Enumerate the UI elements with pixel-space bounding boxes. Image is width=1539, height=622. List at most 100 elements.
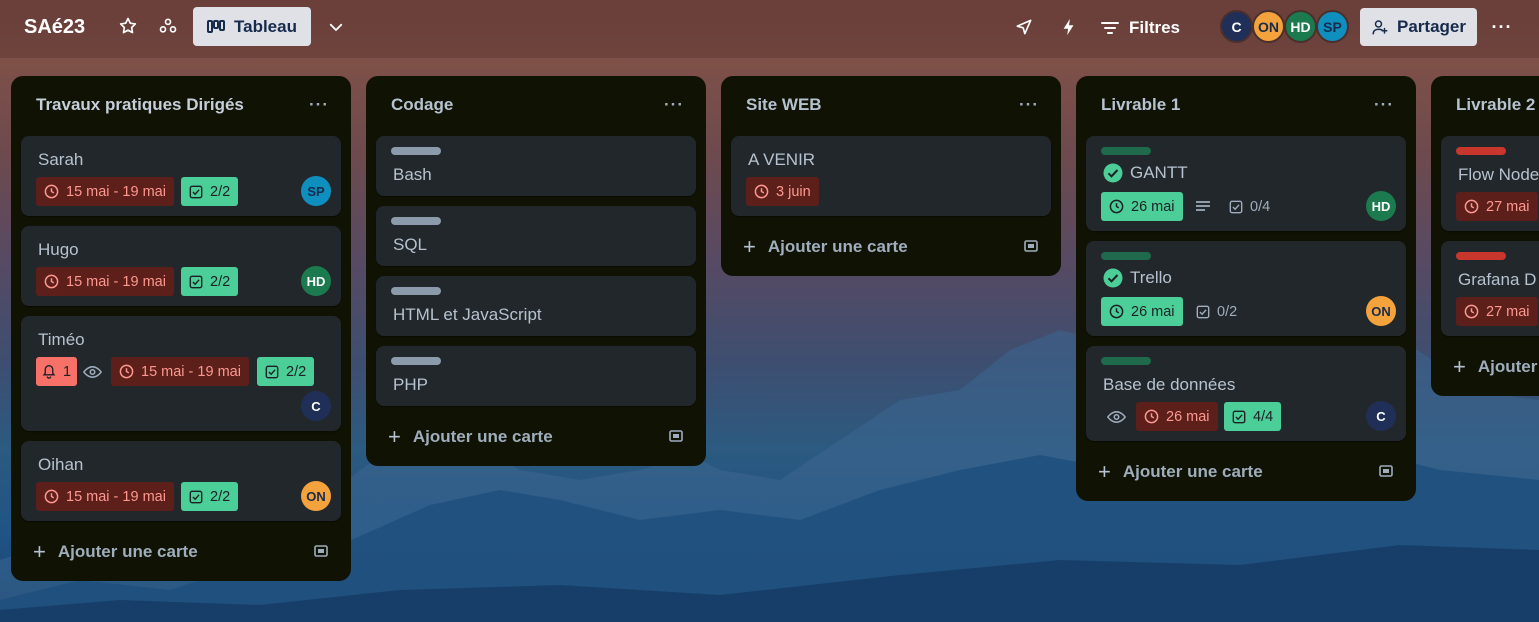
card-label[interactable]: [1101, 252, 1151, 260]
filters-button[interactable]: Filtres: [1101, 14, 1180, 42]
due-date-text: 26 mai: [1131, 303, 1175, 320]
list-menu-icon[interactable]: ···: [664, 95, 684, 115]
card-template-icon[interactable]: [667, 427, 685, 445]
due-date-badge[interactable]: 26 mai: [1101, 297, 1183, 326]
member-avatar[interactable]: HD: [1284, 10, 1317, 43]
list-menu-icon[interactable]: ···: [1374, 95, 1394, 115]
card-title: PHP: [393, 375, 428, 394]
checklist-badge: 2/2: [181, 267, 239, 296]
card-label[interactable]: [1456, 252, 1506, 260]
more-menu-icon[interactable]: ···: [1488, 13, 1516, 41]
check-circle-icon[interactable]: [1103, 163, 1123, 183]
add-card-button[interactable]: + Ajouter une carte: [1453, 352, 1539, 382]
card-template-icon[interactable]: [1022, 237, 1040, 255]
card-member-avatar[interactable]: ON: [301, 481, 331, 511]
card-label[interactable]: [1101, 147, 1151, 155]
notification-badge[interactable]: 1: [36, 357, 78, 386]
card[interactable]: Sarah 15 mai - 19 mai 2/2 SP: [21, 136, 341, 216]
plus-icon: +: [1098, 459, 1111, 484]
card[interactable]: GANTT 26 mai 0/4 HD: [1086, 136, 1406, 231]
card-member-avatar[interactable]: HD: [1366, 191, 1396, 221]
card-member-avatar[interactable]: SP: [301, 176, 331, 206]
due-date-badge[interactable]: 15 mai - 19 mai: [111, 357, 249, 386]
add-card-button[interactable]: + Ajouter une carte: [388, 422, 553, 452]
workspace-visibility-icon[interactable]: [154, 12, 182, 40]
automation-icon[interactable]: [1055, 13, 1083, 41]
card-member-avatar[interactable]: HD: [301, 266, 331, 296]
card[interactable]: Base de données 26 mai 4/4 C: [1086, 346, 1406, 441]
card-label[interactable]: [1456, 147, 1506, 155]
card[interactable]: Timéo 1 15 mai - 19 mai 2/2 C: [21, 316, 341, 431]
card-title: HTML et JavaScript: [393, 305, 542, 324]
card-title: Oihan: [38, 455, 84, 474]
add-card-button[interactable]: + Ajouter une carte: [743, 232, 908, 262]
due-date-badge[interactable]: 15 mai - 19 mai: [36, 267, 174, 296]
star-icon[interactable]: [114, 12, 142, 40]
member-avatar[interactable]: SP: [1316, 10, 1349, 43]
card[interactable]: Flow Node 27 mai: [1441, 136, 1539, 231]
member-avatar[interactable]: ON: [1252, 10, 1285, 43]
card-title: Flow Node: [1458, 165, 1539, 184]
card-template-icon[interactable]: [1377, 462, 1395, 480]
card-title: Grafana D: [1458, 270, 1537, 289]
list-livrable-2-viewport: Livrable 2 Flow Node 27 mai Grafana D 27…: [1431, 76, 1539, 406]
card-label[interactable]: [1101, 357, 1151, 365]
card[interactable]: A VENIR 3 juin: [731, 136, 1051, 216]
card-member-avatar[interactable]: ON: [1366, 296, 1396, 326]
due-date-badge[interactable]: 27 mai: [1456, 297, 1538, 326]
clock-icon: [1144, 409, 1159, 424]
due-date-badge[interactable]: 26 mai: [1136, 402, 1218, 431]
chevron-down-icon[interactable]: [322, 13, 350, 41]
plus-icon: +: [33, 539, 46, 564]
card[interactable]: Trello 26 mai 0/2 ON: [1086, 241, 1406, 336]
card[interactable]: Oihan 15 mai - 19 mai 2/2 ON: [21, 441, 341, 521]
due-date-badge[interactable]: 3 juin: [746, 177, 819, 206]
due-date-badge[interactable]: 15 mai - 19 mai: [36, 177, 174, 206]
list-title[interactable]: Site WEB: [746, 95, 822, 115]
card[interactable]: Hugo 15 mai - 19 mai 2/2 HD: [21, 226, 341, 306]
share-button[interactable]: Partager: [1360, 8, 1477, 46]
due-date-badge[interactable]: 27 mai: [1456, 192, 1538, 221]
due-date-badge[interactable]: 15 mai - 19 mai: [36, 482, 174, 511]
list-title[interactable]: Codage: [391, 95, 453, 115]
card[interactable]: HTML et JavaScript: [376, 276, 696, 336]
due-date-text: 15 mai - 19 mai: [66, 273, 166, 290]
card-member-avatar[interactable]: C: [1366, 401, 1396, 431]
board-view-button[interactable]: Tableau: [193, 7, 311, 46]
board-header: SAé23 Tableau Filtres C ON HD SP Partage: [0, 0, 1539, 58]
check-circle-icon[interactable]: [1103, 268, 1123, 288]
list-menu-icon[interactable]: ···: [309, 95, 329, 115]
list-title[interactable]: Livrable 1: [1101, 95, 1180, 115]
card-label[interactable]: [391, 147, 441, 155]
card-template-icon[interactable]: [312, 542, 330, 560]
card[interactable]: PHP: [376, 346, 696, 406]
card-title: SQL: [393, 235, 428, 254]
add-card-button[interactable]: + Ajouter une carte: [33, 537, 198, 567]
card-label[interactable]: [391, 217, 441, 225]
checklist-text: 0/4: [1250, 198, 1271, 215]
card[interactable]: SQL: [376, 206, 696, 266]
card[interactable]: Bash: [376, 136, 696, 196]
add-card-label: Ajouter une carte: [57, 542, 198, 561]
member-avatar[interactable]: C: [1220, 10, 1253, 43]
clock-icon: [1464, 199, 1479, 214]
power-ups-icon[interactable]: [1010, 13, 1038, 41]
checklist-text: 4/4: [1253, 408, 1274, 425]
add-card-button[interactable]: + Ajouter une carte: [1098, 457, 1263, 487]
due-date-badge[interactable]: 26 mai: [1101, 192, 1183, 221]
card-member-avatar[interactable]: C: [301, 391, 331, 421]
card-title: Timéo: [38, 330, 85, 349]
card-title: Sarah: [38, 150, 84, 169]
clock-icon: [1109, 199, 1124, 214]
due-date-text: 15 mai - 19 mai: [141, 363, 241, 380]
card[interactable]: Grafana D 27 mai: [1441, 241, 1539, 336]
card-label[interactable]: [391, 357, 441, 365]
due-date-text: 3 juin: [776, 183, 811, 200]
checklist-text: 2/2: [210, 183, 231, 200]
list-title[interactable]: Travaux pratiques Dirigés: [36, 95, 244, 115]
list-menu-icon[interactable]: ···: [1019, 95, 1039, 115]
board-title[interactable]: SAé23: [24, 16, 85, 39]
clock-icon: [754, 184, 769, 199]
list-title[interactable]: Livrable 2: [1456, 95, 1535, 115]
card-label[interactable]: [391, 287, 441, 295]
